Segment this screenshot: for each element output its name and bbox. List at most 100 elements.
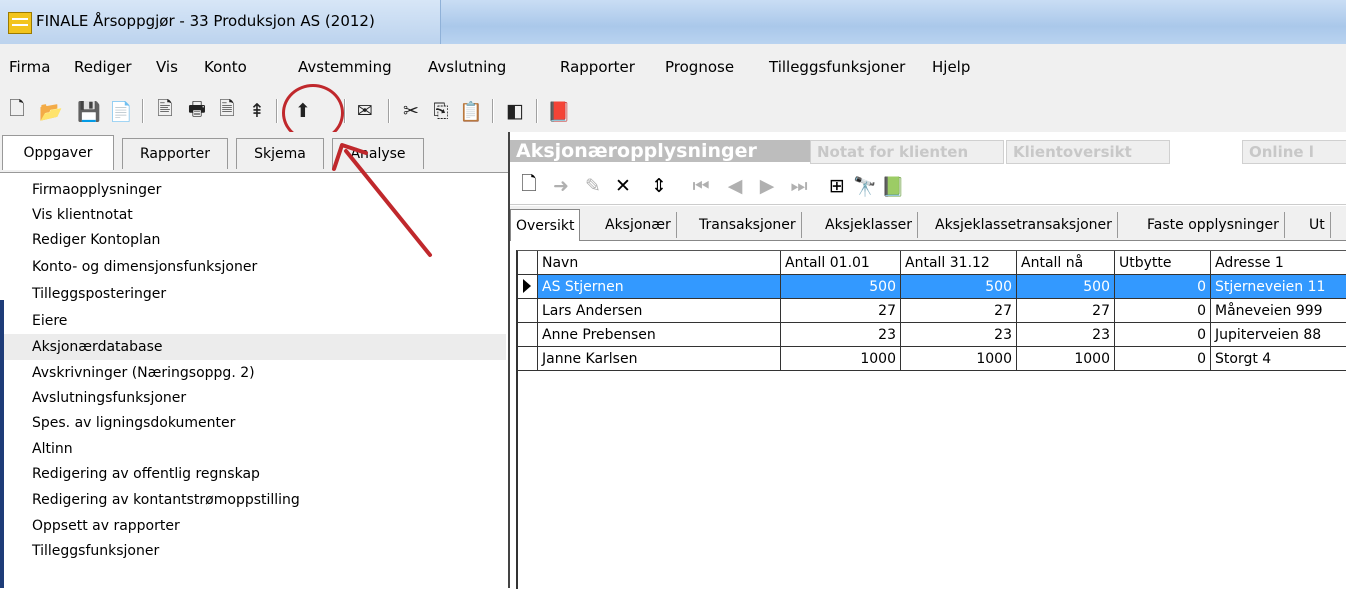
cell-antall-3112[interactable]: 23 bbox=[901, 323, 1017, 347]
task-item[interactable]: Spes. av ligningsdokumenter bbox=[32, 411, 235, 435]
cell-navn[interactable]: AS Stjernen bbox=[538, 275, 781, 299]
task-item[interactable]: Altinn bbox=[32, 437, 73, 461]
cell-adresse[interactable]: Storgt 4 bbox=[1211, 347, 1346, 371]
task-item[interactable]: Redigering av kontantstrømoppstilling bbox=[32, 488, 300, 512]
new-document-icon[interactable]: 🗋 bbox=[4, 98, 30, 124]
cell-antall-0101[interactable]: 27 bbox=[781, 299, 901, 323]
task-item[interactable]: Tilleggsfunksjoner bbox=[32, 539, 159, 563]
tab-oppgaver[interactable]: Oppgaver bbox=[2, 135, 114, 170]
column-header-adresse-1[interactable]: Adresse 1 bbox=[1211, 251, 1346, 275]
import-icon[interactable]: ⇞ bbox=[244, 98, 270, 124]
previous-record-icon[interactable]: ◀ bbox=[722, 174, 748, 198]
task-item[interactable]: Eiere bbox=[32, 309, 67, 333]
cell-utbytte[interactable]: 0 bbox=[1115, 275, 1211, 299]
toolbar-separator bbox=[344, 99, 346, 123]
copy-icon[interactable]: ⎘ bbox=[428, 98, 454, 124]
save-icon[interactable]: 💾 bbox=[76, 98, 102, 124]
subtab-transaksjoner[interactable]: Transaksjoner bbox=[694, 212, 802, 238]
task-item-selected[interactable]: Aksjonærdatabase bbox=[32, 335, 162, 359]
row-indicator[interactable] bbox=[518, 347, 538, 371]
task-item[interactable]: Vis klientnotat bbox=[32, 203, 133, 227]
tab-klientoversikt[interactable]: Klientoversikt bbox=[1006, 140, 1170, 164]
cell-antall-3112[interactable]: 27 bbox=[901, 299, 1017, 323]
print-icon[interactable]: 🖶 bbox=[184, 98, 210, 124]
menu-prognose[interactable]: Prognose bbox=[665, 58, 734, 76]
subtab-aksjeklassetransaksjoner[interactable]: Aksjeklassetransaksjoner bbox=[930, 212, 1118, 238]
column-header-antall-3112[interactable]: Antall 31.12 bbox=[901, 251, 1017, 275]
print-preview-icon[interactable]: 🖹 bbox=[152, 98, 178, 124]
preview-icon[interactable]: 🗎 bbox=[214, 98, 240, 124]
cell-utbytte[interactable]: 0 bbox=[1115, 347, 1211, 371]
cell-antall-na[interactable]: 23 bbox=[1017, 323, 1115, 347]
task-item[interactable]: Rediger Kontoplan bbox=[32, 228, 160, 252]
column-header-antall-0101[interactable]: Antall 01.01 bbox=[781, 251, 901, 275]
subtab-ut[interactable]: Ut bbox=[1304, 212, 1331, 238]
row-indicator[interactable] bbox=[518, 299, 538, 323]
row-indicator[interactable] bbox=[518, 323, 538, 347]
paste-icon[interactable]: 📋 bbox=[458, 98, 484, 124]
book-icon[interactable]: 📕 bbox=[546, 98, 572, 124]
menu-vis[interactable]: Vis bbox=[156, 58, 178, 76]
filter-icon[interactable]: ⊞ bbox=[824, 174, 850, 198]
cell-antall-3112[interactable]: 500 bbox=[901, 275, 1017, 299]
task-item[interactable]: Avskrivninger (Næringsoppg. 2) bbox=[32, 361, 255, 385]
menu-konto[interactable]: Konto bbox=[204, 58, 247, 76]
cut-icon[interactable]: ✂ bbox=[398, 98, 424, 124]
task-item[interactable]: Avslutningsfunksjoner bbox=[32, 386, 186, 410]
cell-utbytte[interactable]: 0 bbox=[1115, 323, 1211, 347]
delete-icon[interactable]: ✕ bbox=[610, 174, 636, 198]
open-folder-icon[interactable]: 📂 bbox=[38, 98, 64, 124]
first-record-icon[interactable]: ⏮ bbox=[688, 174, 714, 198]
menu-avstemming[interactable]: Avstemming bbox=[298, 58, 392, 76]
cell-antall-na[interactable]: 1000 bbox=[1017, 347, 1115, 371]
edit-record-icon[interactable]: ✎ bbox=[580, 174, 606, 198]
cell-navn[interactable]: Janne Karlsen bbox=[538, 347, 781, 371]
row-indicator[interactable] bbox=[518, 275, 538, 299]
last-record-icon[interactable]: ⏭ bbox=[786, 174, 812, 198]
menu-hjelp[interactable]: Hjelp bbox=[932, 58, 970, 76]
tab-online[interactable]: Online l bbox=[1242, 140, 1346, 164]
task-item[interactable]: Redigering av offentlig regnskap bbox=[32, 462, 260, 486]
menu-firma[interactable]: Firma bbox=[9, 58, 50, 76]
menu-tilleggsfunksjoner[interactable]: Tilleggsfunksjoner bbox=[769, 58, 905, 76]
export-record-icon[interactable]: ➜ bbox=[548, 174, 574, 198]
task-item[interactable]: Oppsett av rapporter bbox=[32, 514, 180, 538]
mail-icon[interactable]: ✉ bbox=[352, 98, 378, 124]
column-header-utbytte[interactable]: Utbytte bbox=[1115, 251, 1211, 275]
cell-adresse[interactable]: Måneveien 999 bbox=[1211, 299, 1346, 323]
tab-skjema[interactable]: Skjema bbox=[236, 138, 324, 169]
subtab-faste-opplysninger[interactable]: Faste opplysninger bbox=[1142, 212, 1285, 238]
cell-antall-0101[interactable]: 1000 bbox=[781, 347, 901, 371]
task-item[interactable]: Konto- og dimensjonsfunksjoner bbox=[32, 255, 257, 279]
tab-rapporter[interactable]: Rapporter bbox=[122, 138, 228, 169]
menu-rediger[interactable]: Rediger bbox=[74, 58, 132, 76]
subtab-aksjonaer[interactable]: Aksjonær bbox=[600, 212, 677, 238]
sort-icon[interactable]: ⇕ bbox=[646, 174, 672, 198]
cell-antall-3112[interactable]: 1000 bbox=[901, 347, 1017, 371]
cell-navn[interactable]: Lars Andersen bbox=[538, 299, 781, 323]
panel-icon[interactable]: ◧ bbox=[502, 98, 528, 124]
column-header-antall-na[interactable]: Antall nå bbox=[1017, 251, 1115, 275]
find-binoculars-icon[interactable]: 🔭 bbox=[852, 174, 878, 198]
cell-adresse[interactable]: Stjerneveien 11 bbox=[1211, 275, 1346, 299]
open-icon[interactable]: 📄 bbox=[108, 98, 134, 124]
tab-aksjonaeropplysninger[interactable]: Aksjonæropplysninger bbox=[510, 140, 812, 162]
cell-adresse[interactable]: Jupiterveien 88 bbox=[1211, 323, 1346, 347]
menu-rapporter[interactable]: Rapporter bbox=[560, 58, 635, 76]
book-icon[interactable]: 📗 bbox=[880, 174, 906, 198]
cell-antall-na[interactable]: 27 bbox=[1017, 299, 1115, 323]
next-record-icon[interactable]: ▶ bbox=[754, 174, 780, 198]
task-item[interactable]: Tilleggsposteringer bbox=[32, 282, 166, 306]
cell-utbytte[interactable]: 0 bbox=[1115, 299, 1211, 323]
new-record-icon[interactable]: 🗋 bbox=[516, 173, 542, 198]
cell-antall-0101[interactable]: 23 bbox=[781, 323, 901, 347]
cell-navn[interactable]: Anne Prebensen bbox=[538, 323, 781, 347]
cell-antall-0101[interactable]: 500 bbox=[781, 275, 901, 299]
cell-antall-na[interactable]: 500 bbox=[1017, 275, 1115, 299]
subtab-oversikt[interactable]: Oversikt bbox=[510, 209, 581, 241]
column-header-navn[interactable]: Navn bbox=[538, 251, 781, 275]
menu-avslutning[interactable]: Avslutning bbox=[428, 58, 506, 76]
subtab-aksjeklasser[interactable]: Aksjeklasser bbox=[820, 212, 919, 238]
tab-notat-for-klienten[interactable]: Notat for klienten bbox=[810, 140, 1004, 164]
task-item[interactable]: Firmaopplysninger bbox=[32, 178, 161, 202]
